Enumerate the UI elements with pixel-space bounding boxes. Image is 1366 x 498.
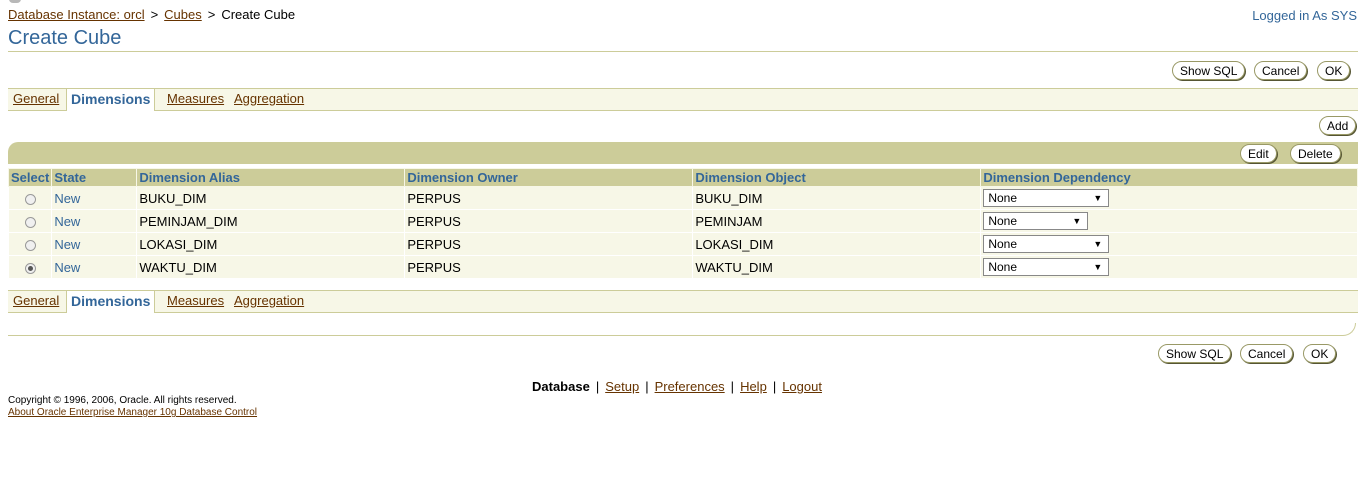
row-owner: PERPUS: [404, 255, 694, 279]
logged-in-label: Logged in As SYS: [1252, 8, 1357, 23]
breadcrumb-database-instance[interactable]: Database Instance: orcl: [8, 7, 145, 22]
row-state: New: [51, 186, 138, 210]
breadcrumb: Database Instance: orcl > Cubes > Create Cub…: [8, 7, 295, 22]
content-bottom-border: [8, 323, 1356, 336]
dependency-select[interactable]: None ▼: [983, 189, 1110, 207]
tab-aggregation-bottom[interactable]: Aggregation: [234, 293, 304, 308]
row-select-radio[interactable]: [24, 216, 36, 228]
dimensions-table: Select State Dimension Alias Dimension O…: [7, 168, 1358, 279]
dependency-select[interactable]: None ▼: [983, 212, 1089, 230]
dependency-select[interactable]: None ▼: [983, 235, 1110, 253]
ok-button-top[interactable]: OK: [1317, 61, 1351, 80]
tab-bar-top: General Dimensions Measures Aggregation: [8, 88, 1358, 111]
table-row: New WAKTU_DIM PERPUS WAKTU_DIM None ▼: [7, 255, 1358, 279]
row-select-radio[interactable]: [24, 239, 36, 251]
dropdown-arrow-icon: ▼: [1093, 262, 1103, 272]
table-row: New BUKU_DIM PERPUS BUKU_DIM None ▼: [7, 186, 1358, 210]
row-owner: PERPUS: [404, 232, 694, 256]
show-sql-button-top[interactable]: Show SQL: [1172, 61, 1246, 80]
breadcrumb-separator: >: [207, 7, 216, 22]
breadcrumb-separator: >: [150, 7, 159, 22]
row-object: WAKTU_DIM: [692, 255, 982, 279]
tab-general-bottom[interactable]: General: [13, 293, 68, 308]
add-button[interactable]: Add: [1319, 116, 1357, 135]
copyright-text: Copyright © 1996, 2006, Oracle. All righ…: [8, 395, 237, 406]
row-state: New: [51, 255, 138, 279]
dependency-value: None: [988, 237, 1017, 251]
footer-help-link[interactable]: Help: [740, 379, 767, 394]
delete-button[interactable]: Delete: [1290, 144, 1341, 163]
dropdown-arrow-icon: ▼: [1093, 193, 1103, 203]
dependency-select[interactable]: None ▼: [983, 258, 1110, 276]
title-divider: [8, 51, 1358, 52]
dependency-value: None: [988, 214, 1017, 228]
footer-separator: |: [772, 379, 777, 394]
tab-measures-bottom[interactable]: Measures: [167, 293, 224, 308]
tab-general[interactable]: General: [13, 91, 68, 106]
footer-database: Database: [532, 379, 590, 394]
row-state: New: [51, 209, 138, 233]
tab-bar-bottom: General Dimensions Measures Aggregation: [8, 290, 1358, 313]
dropdown-arrow-icon: ▼: [1072, 216, 1082, 226]
footer-separator: |: [645, 379, 649, 394]
tab-dimensions[interactable]: Dimensions: [66, 88, 156, 111]
tab-dimensions-bottom[interactable]: Dimensions: [66, 290, 156, 313]
col-dimension-dependency: Dimension Dependency: [980, 168, 1358, 187]
edit-button[interactable]: Edit: [1240, 144, 1277, 163]
row-object: BUKU_DIM: [692, 186, 982, 210]
dependency-value: None: [988, 260, 1017, 274]
row-alias: BUKU_DIM: [136, 186, 406, 210]
row-object: LOKASI_DIM: [692, 232, 982, 256]
row-owner: PERPUS: [404, 209, 694, 233]
col-state: State: [51, 168, 138, 187]
page-title: Create Cube: [8, 27, 122, 49]
dropdown-arrow-icon: ▼: [1093, 239, 1103, 249]
tab-aggregation[interactable]: Aggregation: [234, 91, 304, 106]
table-header-row: Select State Dimension Alias Dimension O…: [7, 168, 1358, 187]
table-row: New LOKASI_DIM PERPUS LOKASI_DIM None ▼: [7, 232, 1358, 256]
col-select: Select: [7, 168, 53, 187]
footer-setup-link[interactable]: Setup: [605, 379, 639, 394]
col-dimension-owner: Dimension Owner: [404, 168, 694, 187]
footer-preferences-link[interactable]: Preferences: [655, 379, 725, 394]
about-link[interactable]: About Oracle Enterprise Manager 10g Data…: [8, 407, 257, 418]
row-select-radio[interactable]: [24, 193, 36, 205]
col-dimension-object: Dimension Object: [692, 168, 982, 187]
row-alias: PEMINJAM_DIM: [136, 209, 406, 233]
ok-button-bottom[interactable]: OK: [1303, 344, 1337, 363]
row-object: PEMINJAM: [692, 209, 982, 233]
cancel-button-bottom[interactable]: Cancel: [1240, 344, 1294, 363]
footer-logout-link[interactable]: Logout: [782, 379, 822, 394]
dependency-value: None: [988, 191, 1017, 205]
row-alias: LOKASI_DIM: [136, 232, 406, 256]
row-select-radio-selected[interactable]: [24, 262, 36, 274]
table-row: New PEMINJAM_DIM PERPUS PEMINJAM None ▼: [7, 209, 1358, 233]
cancel-button-top[interactable]: Cancel: [1254, 61, 1308, 80]
breadcrumb-cubes[interactable]: Cubes: [164, 7, 202, 22]
row-alias: WAKTU_DIM: [136, 255, 406, 279]
top-decoration: [9, 0, 21, 3]
col-dimension-alias: Dimension Alias: [136, 168, 406, 187]
row-state: New: [51, 232, 138, 256]
breadcrumb-current: Create Cube: [221, 7, 296, 22]
show-sql-button-bottom[interactable]: Show SQL: [1158, 344, 1232, 363]
tab-measures[interactable]: Measures: [167, 91, 224, 106]
row-owner: PERPUS: [404, 186, 694, 210]
footer-separator: |: [595, 379, 600, 394]
footer-links: Database | Setup | Preferences | Help | Logout: [532, 379, 822, 394]
footer-separator: |: [730, 379, 735, 394]
table-toolbar: [8, 142, 1358, 164]
